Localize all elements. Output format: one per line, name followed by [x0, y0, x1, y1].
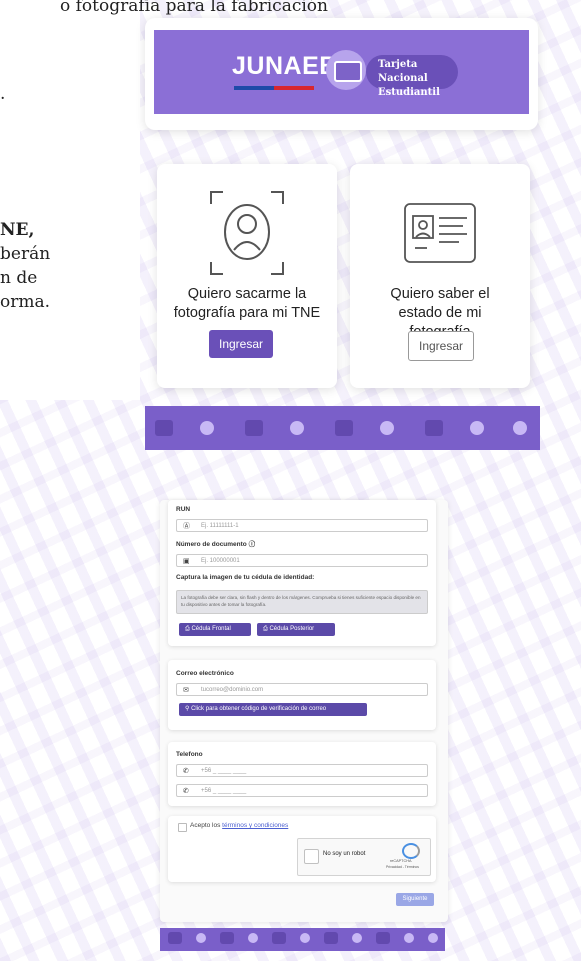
strip-dot — [470, 421, 484, 435]
strip-dot — [196, 933, 206, 943]
tne-label-line2: Estudiantil — [378, 87, 440, 98]
strip-dot — [380, 421, 394, 435]
person-icon: Ⓐ — [183, 522, 190, 530]
strip-card-shape — [272, 932, 286, 944]
strip-dot — [300, 933, 310, 943]
id-back-button[interactable]: ⎙ Cédula Posterior — [257, 623, 335, 636]
decorative-strip-bottom — [160, 928, 445, 951]
strip-card-shape — [220, 932, 234, 944]
strip-card-shape — [376, 932, 390, 944]
document-number-placeholder: Ej. 100000001 — [201, 558, 240, 564]
document-number-label: Número de documento ⓘ — [176, 541, 256, 548]
recaptcha-checkbox[interactable] — [304, 849, 319, 864]
tne-label-line1: Tarjeta Nacional — [378, 59, 428, 84]
email-verify-button[interactable]: ⚲ Click para obtener código de verificac… — [179, 703, 367, 716]
id-front-button[interactable]: ⎙ Cédula Frontal — [179, 623, 251, 636]
strip-dot — [513, 421, 527, 435]
strip-card-shape — [168, 932, 182, 944]
email-label: Correo electrónico — [176, 670, 234, 677]
strip-card-shape — [245, 420, 263, 436]
junaeb-logo-text: JUNAEB — [232, 52, 338, 80]
intro-text-line: . — [0, 84, 6, 104]
strip-dot — [200, 421, 214, 435]
phone-label: Telefono — [176, 751, 203, 758]
capture-label: Captura la imagen de tu cédula de identi… — [176, 574, 315, 581]
run-label: RUN — [176, 506, 191, 513]
decorative-strip — [145, 406, 540, 450]
id-icon: ▣ — [183, 557, 190, 565]
strip-dot — [290, 421, 304, 435]
document-number-input[interactable]: ▣ Ej. 100000001 — [176, 554, 428, 567]
intro-text-line: orma. — [0, 292, 51, 312]
strip-card-shape — [335, 420, 353, 436]
whatsapp-icon: ✆ — [183, 787, 189, 795]
email-verify-label: Click para obtener código de verificació… — [191, 706, 327, 712]
recaptcha-logo-icon — [402, 843, 420, 859]
strip-card-shape — [324, 932, 338, 944]
run-placeholder: Ej. 11111111-1 — [201, 523, 239, 529]
take-photo-title: Quiero sacarme la fotografía para mi TNE — [173, 286, 321, 321]
take-photo-card[interactable]: Quiero sacarme la fotografía para mi TNE… — [157, 164, 337, 388]
intro-text-line: n de — [0, 268, 38, 288]
id-card-icon — [404, 203, 476, 263]
intro-text-line: NE, — [0, 220, 35, 240]
photo-status-card[interactable]: Quiero saber el estado de mi fotografía … — [350, 164, 530, 388]
logo-underline-red — [274, 86, 314, 90]
logo-underline-blue — [234, 86, 274, 90]
logo-banner: JUNAEB Tarjeta Nacional Estudiantil — [154, 30, 529, 114]
terms-link[interactable]: términos y condiciones — [222, 822, 288, 829]
recaptcha-links[interactable]: Privacidad - Términos — [386, 865, 419, 869]
tne-logo-label: Tarjeta Nacional Estudiantil — [366, 55, 458, 98]
next-button[interactable]: Siguiente — [396, 893, 434, 906]
photo-instructions-note: La fotografía debe ser clara, sin flash … — [176, 590, 428, 614]
tne-card-icon — [334, 61, 362, 82]
envelope-icon: ✉ — [183, 686, 189, 694]
logo-card: JUNAEB Tarjeta Nacional Estudiantil — [145, 18, 538, 130]
phone-input-2[interactable]: ✆ +56 _ ____ ____ — [176, 784, 428, 797]
strip-card-shape — [155, 420, 173, 436]
text-area-background — [0, 0, 140, 400]
run-input[interactable]: Ⓐ Ej. 11111111-1 — [176, 519, 428, 532]
intro-text-line: berán — [0, 244, 51, 264]
strip-card-shape — [425, 420, 443, 436]
recaptcha-label: No soy un robot — [323, 851, 366, 857]
terms-text: Acepto los términos y condiciones — [190, 822, 288, 829]
strip-dot — [404, 933, 414, 943]
phone-placeholder-1: +56 _ ____ ____ — [201, 768, 247, 774]
photo-status-enter-button[interactable]: Ingresar — [408, 331, 474, 361]
email-placeholder: tucorreo@dominio.com — [201, 687, 264, 693]
terms-checkbox[interactable] — [178, 823, 187, 832]
take-photo-enter-button[interactable]: Ingresar — [209, 330, 273, 358]
intro-text-line: o fotografía para la fabricación — [60, 0, 328, 16]
strip-dot — [428, 933, 438, 943]
strip-dot — [352, 933, 362, 943]
id-front-label: Cédula Frontal — [191, 626, 231, 632]
strip-dot — [248, 933, 258, 943]
face-scan-icon — [210, 191, 284, 275]
email-input[interactable]: ✉ tucorreo@dominio.com — [176, 683, 428, 696]
recaptcha-widget: No soy un robot reCAPTCHA Privacidad - T… — [297, 838, 431, 876]
terms-prefix: Acepto los — [190, 822, 221, 829]
whatsapp-icon: ✆ — [183, 767, 189, 775]
phone-placeholder-2: +56 _ ____ ____ — [201, 788, 247, 794]
recaptcha-brand: reCAPTCHA — [390, 859, 412, 863]
phone-input-1[interactable]: ✆ +56 _ ____ ____ — [176, 764, 428, 777]
id-back-label: Cédula Posterior — [269, 626, 315, 632]
